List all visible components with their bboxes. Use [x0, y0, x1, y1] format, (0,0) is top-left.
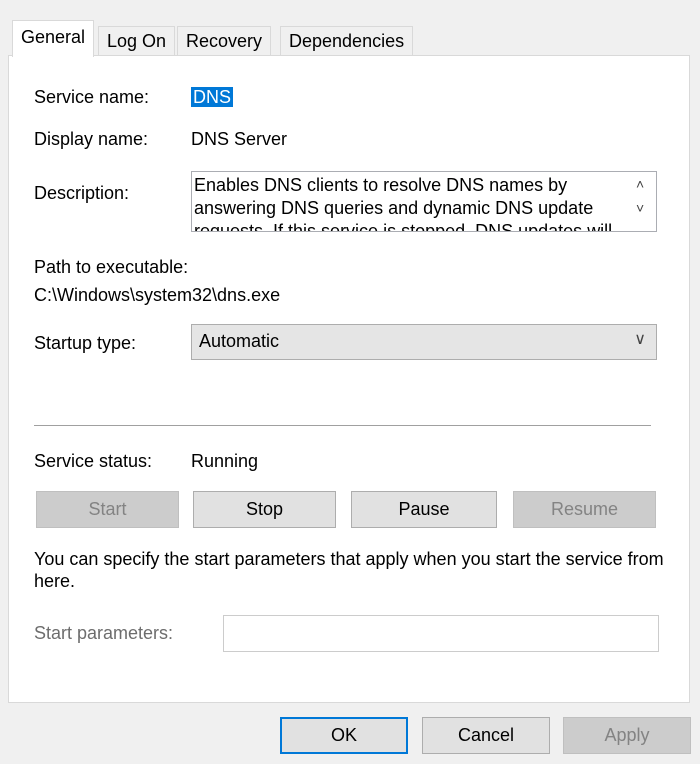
- description-text: Enables DNS clients to resolve DNS names…: [194, 175, 613, 232]
- description-field[interactable]: Enables DNS clients to resolve DNS names…: [191, 171, 657, 232]
- startup-type-label: Startup type:: [34, 333, 137, 353]
- ok-button[interactable]: OK: [280, 717, 408, 754]
- separator: [34, 425, 651, 426]
- resume-button[interactable]: Resume: [513, 491, 656, 528]
- path-value: C:\Windows\system32\dns.exe: [34, 285, 281, 305]
- cancel-button[interactable]: Cancel: [422, 717, 550, 754]
- tab-general[interactable]: General: [12, 20, 95, 57]
- stop-button[interactable]: Stop: [193, 491, 336, 528]
- startup-type-value: Automatic: [199, 331, 280, 351]
- start-parameters-hint: You can specify the start parameters tha…: [34, 549, 664, 591]
- general-tab-panel: Service name: DNS Display name: DNS Serv…: [8, 55, 690, 703]
- description-label: Description:: [34, 183, 130, 203]
- display-name-value: DNS Server: [191, 129, 288, 149]
- tab-log-on[interactable]: Log On: [98, 26, 176, 56]
- apply-button[interactable]: Apply: [563, 717, 691, 754]
- service-name-text: DNS: [191, 87, 234, 107]
- tab-dependencies[interactable]: Dependencies: [280, 26, 414, 56]
- chevron-down-icon: ∨: [634, 331, 646, 348]
- service-properties-dialog: General Log On Recovery Dependencies Ser…: [0, 0, 700, 764]
- service-name-label: Service name:: [34, 87, 150, 107]
- tab-recovery[interactable]: Recovery: [177, 26, 272, 56]
- scroll-down-icon[interactable]: ˅: [636, 200, 644, 216]
- service-status-label: Service status:: [34, 451, 153, 471]
- start-parameters-input[interactable]: [223, 615, 659, 652]
- start-parameters-label: Start parameters:: [34, 623, 174, 643]
- service-name-value[interactable]: DNS: [191, 87, 234, 108]
- pause-button[interactable]: Pause: [351, 491, 497, 528]
- startup-type-select[interactable]: Automatic ∨: [191, 324, 657, 360]
- start-button[interactable]: Start: [36, 491, 179, 528]
- path-label: Path to executable:: [34, 257, 189, 277]
- service-status-value: Running: [191, 451, 259, 471]
- display-name-label: Display name:: [34, 129, 149, 149]
- description-scrollbar[interactable]: ˄ ˅: [630, 172, 656, 231]
- scroll-up-icon[interactable]: ˄: [636, 176, 644, 192]
